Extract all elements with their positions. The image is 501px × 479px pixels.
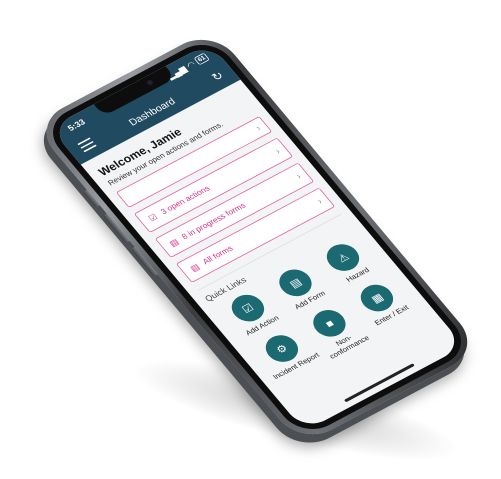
refresh-icon[interactable]: ↻ xyxy=(208,69,226,84)
document-icon: ▤ xyxy=(167,237,181,249)
battery-icon: 61 xyxy=(193,52,210,66)
menu-icon[interactable] xyxy=(76,137,97,153)
phone-frame: 5:33 ▂▄▆ ◠ 61 Dashboard ↻ Welcome, Jamie… xyxy=(31,28,482,446)
app-screen: 5:33 ▂▄▆ ◠ 61 Dashboard ↻ Welcome, Jamie… xyxy=(49,42,464,432)
camera-icon xyxy=(145,79,154,87)
phone-device: 5:33 ▂▄▆ ◠ 61 Dashboard ↻ Welcome, Jamie… xyxy=(31,28,482,446)
document-icon: ▤ xyxy=(188,262,202,274)
checkbox-icon: ☑ xyxy=(146,212,160,224)
chevron-right-icon: › xyxy=(252,123,263,133)
